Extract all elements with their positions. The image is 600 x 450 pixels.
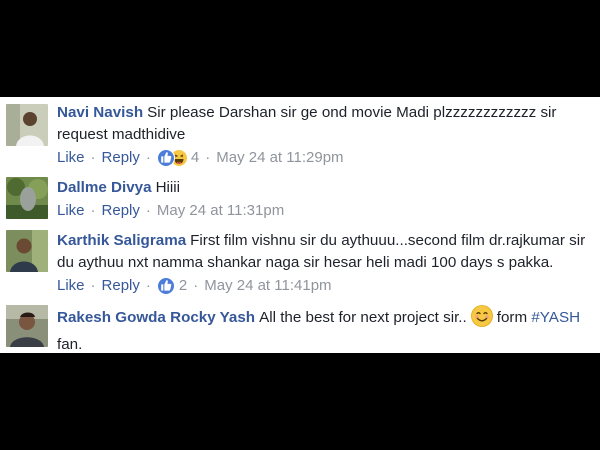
- like-icon: [156, 149, 175, 167]
- separator-dot: ·: [145, 202, 151, 219]
- avatar[interactable]: [6, 230, 48, 272]
- separator-dot: ·: [90, 149, 96, 166]
- comment-actions: Like · Reply · May 24 at 11:31pm: [57, 201, 594, 221]
- comment-message: Hiiii: [155, 179, 181, 196]
- comment-text: Navi Navish Sir please Darshan sir ge ond…: [57, 102, 594, 146]
- reaction-count: 2: [178, 277, 188, 294]
- separator-dot: ·: [145, 277, 151, 294]
- comment-author[interactable]: Rakesh Gowda Rocky Yash: [57, 309, 255, 326]
- comment-timestamp[interactable]: May 24 at 11:31pm: [157, 201, 284, 221]
- comment-author[interactable]: Karthik Saligrama: [57, 232, 186, 249]
- comment-author[interactable]: Navi Navish: [57, 104, 143, 121]
- comment-text: Dallme Divya Hiiii: [57, 177, 594, 199]
- comment-text: Karthik Saligrama First film vishnu sir d…: [57, 230, 594, 274]
- separator-dot: ·: [90, 277, 96, 294]
- reactions-summary[interactable]: 4: [156, 148, 200, 168]
- comment-message-cont: form: [496, 309, 528, 326]
- avatar-photo-icon: [6, 104, 48, 146]
- like-link[interactable]: Like: [57, 201, 85, 221]
- separator-dot: ·: [205, 149, 211, 166]
- avatar-photo-icon: [6, 230, 48, 272]
- like-icon: [156, 277, 175, 295]
- separator-dot: ·: [145, 149, 151, 166]
- like-link[interactable]: Like: [57, 276, 85, 296]
- comments-panel: Navi Navish Sir please Darshan sir ge ond…: [0, 97, 600, 353]
- comment-timestamp[interactable]: May 24 at 11:41pm: [204, 276, 331, 296]
- reaction-count: 4: [190, 149, 200, 166]
- reply-link[interactable]: Reply: [102, 201, 140, 221]
- separator-dot: ·: [193, 277, 199, 294]
- comment-message: All the best for next project sir..: [259, 309, 467, 326]
- comment-author[interactable]: Dallme Divya: [57, 179, 152, 196]
- comment-timestamp[interactable]: May 24 at 11:29pm: [216, 148, 343, 168]
- comment-text: Rakesh Gowda Rocky Yash All the best for …: [57, 305, 594, 356]
- avatar-photo-icon: [6, 177, 48, 219]
- comment-actions: Like · Reply · 4 · May 24 at 11:29pm: [57, 148, 594, 168]
- like-link[interactable]: Like: [57, 148, 85, 168]
- smiling-face-icon: [470, 305, 493, 334]
- avatar[interactable]: [6, 177, 48, 219]
- reply-link[interactable]: Reply: [102, 148, 140, 168]
- separator-dot: ·: [90, 202, 96, 219]
- reply-link[interactable]: Reply: [102, 276, 140, 296]
- comment-message-end: fan.: [57, 336, 83, 353]
- avatar[interactable]: [6, 104, 48, 146]
- reactions-summary[interactable]: 2: [156, 276, 188, 296]
- avatar[interactable]: [6, 305, 48, 347]
- avatar-photo-icon: [6, 305, 48, 347]
- comment-actions: Like · Reply · 2 · May 24 at 11:41pm: [57, 276, 594, 296]
- hashtag-link[interactable]: #YASH: [531, 309, 580, 326]
